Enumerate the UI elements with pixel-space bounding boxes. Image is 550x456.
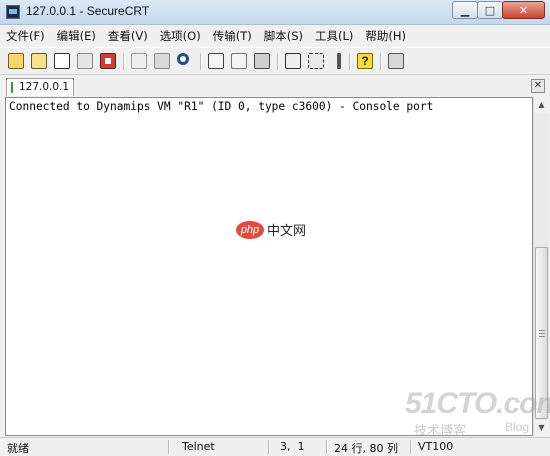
scroll-down-icon: ▼ [538, 423, 545, 432]
keymap-icon [337, 53, 341, 69]
close-tab-icon: ✕ [533, 80, 543, 91]
status-terminal-size: 24 行, 80 列 [334, 442, 398, 455]
toolbar-separator [380, 53, 382, 70]
help-icon: ? [357, 53, 373, 69]
menu-view[interactable]: 查看(V) [108, 28, 148, 44]
status-protocol: Telnet [182, 440, 215, 453]
connect-button[interactable] [7, 52, 25, 70]
scroll-up-button[interactable]: ▲ [534, 97, 549, 113]
reconnect-button[interactable] [76, 52, 94, 70]
window-title: 127.0.0.1 - SecureCRT [26, 4, 150, 18]
securecrt-window: 127.0.0.1 - SecureCRT ▁ □ ✕ 文件(F) 编辑(E) … [0, 0, 550, 456]
global-options-button[interactable] [307, 52, 325, 70]
scroll-up-icon: ▲ [538, 100, 545, 109]
status-ready: 就绪 [7, 442, 29, 455]
terminal-screen[interactable]: Connected to Dynamips VM "R1" (ID 0, typ… [5, 97, 533, 436]
close-tab-button[interactable]: ✕ [531, 79, 545, 93]
menu-script[interactable]: 脚本(S) [264, 28, 303, 44]
menu-help[interactable]: 帮助(H) [365, 28, 406, 44]
connect-in-tab-icon [54, 53, 70, 69]
print-selection-button[interactable] [230, 52, 248, 70]
toolbar-separator [349, 53, 351, 70]
toolbar-separator [123, 53, 125, 70]
paste-button[interactable] [153, 52, 171, 70]
toolbar: ? [0, 47, 550, 75]
securecrt-app-icon[interactable] [6, 5, 20, 19]
help-button[interactable]: ? [356, 52, 374, 70]
status-divider [268, 440, 270, 454]
session-tab-bar: 127.0.0.1 ✕ [0, 76, 550, 97]
find-button[interactable] [176, 52, 194, 70]
terminal-line: Connected to Dynamips VM "R1" (ID 0, typ… [9, 100, 434, 113]
menu-bar: 文件(F) 编辑(E) 查看(V) 选项(O) 传输(T) 脚本(S) 工具(L… [0, 25, 550, 46]
status-bar: 就绪 Telnet 3, 1 24 行, 80 列 VT100 [0, 437, 550, 456]
session-options-button[interactable] [284, 52, 302, 70]
print-screen-button[interactable] [207, 52, 225, 70]
menu-tools[interactable]: 工具(L) [315, 28, 353, 44]
find-icon [177, 53, 189, 65]
scrollbar-grip [539, 336, 545, 337]
copy-button[interactable] [130, 52, 148, 70]
quick-connect-button[interactable] [30, 52, 48, 70]
connection-status-indicator [11, 82, 13, 93]
menu-options[interactable]: 选项(O) [160, 28, 201, 44]
close-button[interactable]: ✕ [502, 1, 545, 19]
scrollbar-grip [539, 330, 545, 331]
51cto-watermark-blog: Blog [505, 420, 530, 434]
sftp-button[interactable] [387, 52, 405, 70]
php-watermark-text: 中文网 [267, 224, 307, 239]
php-cn-watermark: php 中文网 [236, 220, 306, 239]
status-cursor-position: 3, 1 [280, 440, 305, 453]
print-selection-icon [231, 53, 247, 69]
vertical-scrollbar[interactable]: ▲ ▼ [533, 97, 549, 436]
status-divider [168, 440, 170, 454]
keymap-button[interactable] [330, 52, 348, 70]
php-logo: php [236, 220, 264, 239]
close-icon: ✕ [518, 3, 529, 17]
title-bar[interactable]: 127.0.0.1 - SecureCRT ▁ □ ✕ [0, 0, 550, 25]
status-divider [410, 440, 412, 454]
toolbar-separator [277, 53, 279, 70]
status-emulation: VT100 [418, 440, 454, 453]
print-icon [254, 53, 270, 69]
menu-file[interactable]: 文件(F) [6, 28, 45, 44]
scrollbar-grip [539, 333, 545, 334]
status-divider [326, 440, 328, 454]
print-screen-icon [208, 53, 224, 69]
disconnect-button[interactable] [99, 52, 117, 70]
reconnect-icon [77, 53, 93, 69]
maximize-button[interactable]: □ [477, 1, 503, 19]
window-controls: ▁ □ ✕ [452, 1, 545, 20]
copy-icon [131, 53, 147, 69]
sftp-icon [388, 53, 404, 69]
paste-icon [154, 53, 170, 69]
global-options-icon [308, 53, 324, 69]
menu-edit[interactable]: 编辑(E) [57, 28, 96, 44]
minimize-button[interactable]: ▁ [452, 1, 478, 19]
session-tab[interactable]: 127.0.0.1 [6, 78, 74, 96]
session-options-icon [285, 53, 301, 69]
session-tab-label: 127.0.0.1 [19, 81, 70, 93]
connect-in-tab-button[interactable] [53, 52, 71, 70]
toolbar-separator [200, 53, 202, 70]
menu-transfer[interactable]: 传输(T) [213, 28, 252, 44]
quick-connect-icon [31, 53, 47, 69]
disconnect-icon [100, 53, 116, 69]
scroll-down-button[interactable]: ▼ [534, 420, 549, 436]
connect-icon [8, 53, 24, 69]
maximize-icon: □ [484, 3, 496, 17]
minimize-icon: ▁ [460, 3, 470, 17]
51cto-watermark: 51CTO.com [405, 387, 550, 420]
print-button[interactable] [253, 52, 271, 70]
